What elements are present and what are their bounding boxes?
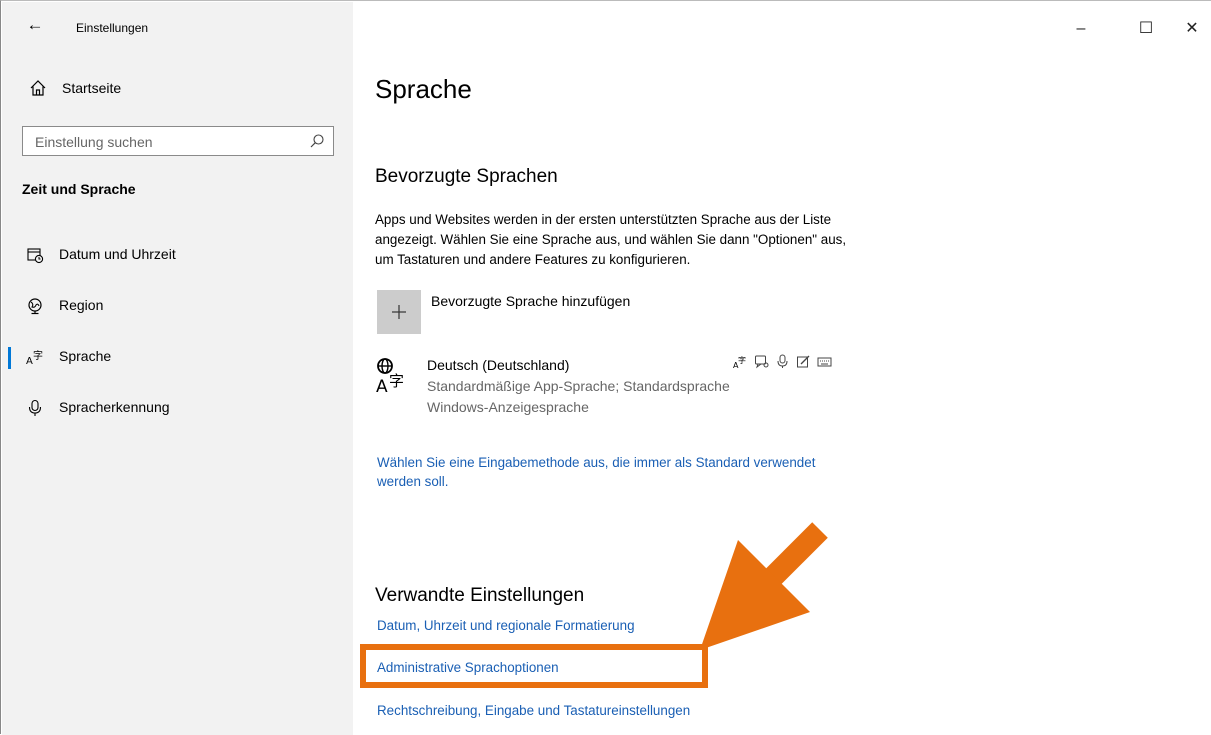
- section-heading: Zeit und Sprache: [22, 181, 136, 197]
- date-time-regional-link[interactable]: Datum, Uhrzeit und regionale Formatierun…: [377, 616, 635, 635]
- sidebar-item-language[interactable]: A 字 Sprache: [2, 340, 353, 374]
- language-feature-icons: A 字: [733, 354, 832, 369]
- related-settings-heading: Verwandte Einstellungen: [375, 585, 585, 606]
- minimize-button[interactable]: –: [1058, 14, 1104, 44]
- input-method-link[interactable]: Wählen Sie eine Eingabemethode aus, die …: [377, 453, 817, 491]
- calendar-clock-icon: [27, 248, 44, 264]
- preferred-languages-description: Apps und Websites werden in der ersten u…: [375, 212, 847, 267]
- app-title: Einstellungen: [76, 21, 149, 35]
- microphone-icon: [777, 354, 788, 368]
- globe-icon: [28, 298, 42, 315]
- home-icon: [30, 80, 46, 96]
- language-icon: A 字: [26, 349, 43, 366]
- search-box[interactable]: [22, 126, 334, 156]
- page-title: Sprache: [375, 74, 472, 104]
- sidebar-item-label: Startseite: [62, 80, 122, 96]
- language-detail-line1: Standardmäßige App-Sprache; Standardspra…: [427, 378, 730, 394]
- active-indicator: [8, 347, 11, 369]
- search-icon[interactable]: [309, 133, 325, 149]
- close-button[interactable]: ✕: [1169, 14, 1211, 44]
- microphone-icon: [28, 399, 42, 416]
- spelling-typing-keyboard-link[interactable]: Rechtschreibung, Eingabe und Tastaturein…: [377, 701, 690, 720]
- sidebar-item-label: Datum und Uhrzeit: [59, 246, 176, 262]
- speech-icon: [755, 355, 769, 369]
- arrow-annotation-icon: [700, 522, 828, 650]
- sidebar-item-label: Spracherkennung: [59, 399, 170, 415]
- sidebar-item-label: Region: [59, 297, 104, 313]
- settings-window: ← Einstellungen Startseite Zeit und Spra…: [0, 0, 1211, 735]
- svg-text:A: A: [376, 377, 388, 394]
- language-globe-icon: A 字: [376, 358, 404, 394]
- language-detail-line2: Windows-Anzeigesprache: [427, 399, 589, 415]
- sidebar-item-speech[interactable]: Spracherkennung: [2, 391, 353, 425]
- svg-text:字: 字: [389, 372, 404, 390]
- add-language-label[interactable]: Bevorzugte Sprache hinzufügen: [431, 293, 630, 309]
- svg-text:字: 字: [33, 349, 43, 362]
- sidebar-item-region[interactable]: Region: [2, 289, 353, 323]
- sidebar-item-home[interactable]: Startseite: [28, 78, 121, 98]
- language-name[interactable]: Deutsch (Deutschland): [427, 357, 569, 373]
- plus-icon: [392, 305, 406, 319]
- svg-text:A: A: [26, 356, 33, 366]
- add-language-button[interactable]: [377, 290, 421, 334]
- search-input[interactable]: [33, 133, 297, 151]
- svg-text:字: 字: [738, 355, 746, 365]
- sidebar-item-label: Sprache: [59, 348, 112, 364]
- back-arrow-icon[interactable]: ←: [22, 12, 48, 38]
- sidebar-item-date-time[interactable]: Datum und Uhrzeit: [2, 238, 353, 272]
- language-pack-icon: A 字: [733, 355, 746, 369]
- keyboard-icon: [817, 357, 832, 367]
- sidebar: ← Einstellungen Startseite Zeit und Spra…: [2, 2, 353, 735]
- highlight-box: [360, 644, 708, 688]
- maximize-button[interactable]: ☐: [1123, 14, 1169, 44]
- preferred-languages-heading: Bevorzugte Sprachen: [375, 166, 558, 187]
- handwriting-icon: [797, 355, 810, 368]
